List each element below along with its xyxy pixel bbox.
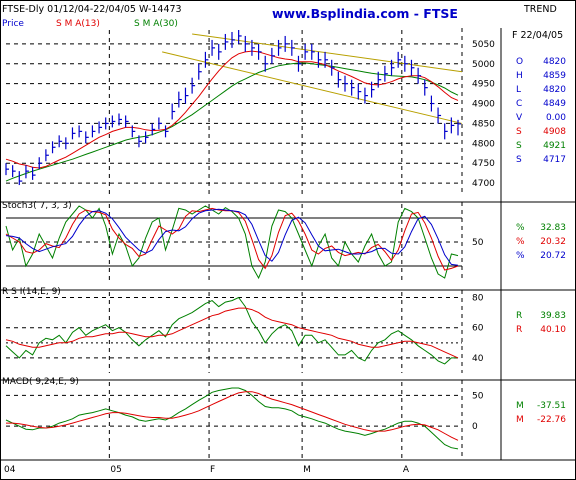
macd-key: M <box>516 401 524 411</box>
price-tick-label: 5050 <box>472 40 495 50</box>
price-tick-label: 4850 <box>472 119 495 129</box>
macd-value: -22.76 <box>537 415 566 425</box>
rsi-tick-label: 60 <box>472 324 484 334</box>
date-label: F 22/04/05 <box>512 30 563 41</box>
trend-label: TREND <box>523 4 557 15</box>
site-title: www.Bsplindia.com - FTSE <box>272 6 458 21</box>
ohlc-value: 4849 <box>543 99 566 109</box>
macd-label: MACD( 9,24,E, 9) <box>2 377 79 387</box>
rsi-value: 39.83 <box>540 311 566 321</box>
ohlc-key: L <box>516 85 521 95</box>
legend-sma30: S M A(30) <box>134 19 178 29</box>
rsi-value: 40.10 <box>540 325 566 335</box>
legend-price: Price <box>2 19 24 29</box>
price-tick-label: 4800 <box>472 139 495 149</box>
stoch-key: % <box>516 237 525 247</box>
ohlc-key: H <box>516 71 523 81</box>
ohlc-key: V <box>516 113 523 123</box>
ohlc-value: 4908 <box>543 127 566 137</box>
ohlc-value: 4820 <box>543 57 566 67</box>
header-info: FTSE-Dly 01/12/04-22/04/05 W-14473 <box>2 4 182 15</box>
time-axis-label: 05 <box>110 465 121 475</box>
rsi-tick-label: 80 <box>472 294 484 304</box>
rsi-label: R S I(14,E, 9) <box>2 287 61 297</box>
stoch-key: % <box>516 251 525 261</box>
stoch-value: 32.83 <box>540 223 566 233</box>
ohlc-value: 0.00 <box>546 113 566 123</box>
ohlc-value: 4717 <box>543 155 566 165</box>
stoch-value: 20.32 <box>540 237 566 247</box>
stoch-key: % <box>516 223 525 233</box>
legend-sma13: S M A(13) <box>56 19 100 29</box>
stoch-value: 20.72 <box>540 251 566 261</box>
ohlc-key: O <box>516 57 523 67</box>
price-tick-label: 4700 <box>472 179 495 189</box>
price-tick-label: 4950 <box>472 80 495 90</box>
rsi-key: R <box>516 325 522 335</box>
chart-canvas: FTSE-Dly 01/12/04-22/04/05 W-14473 www.B… <box>0 0 576 480</box>
outer-frame <box>0 0 576 480</box>
stoch-tick-label: 50 <box>472 238 484 248</box>
price-tick-label: 4900 <box>472 100 495 110</box>
rsi-tick-label: 40 <box>472 354 484 364</box>
time-axis-label: A <box>403 465 410 475</box>
time-axis-label: F <box>210 465 215 475</box>
rsi-key: R <box>516 311 522 321</box>
stoch-label: Stoch3( 7, 3, 3) <box>2 201 72 211</box>
macd-value: -37.51 <box>537 401 566 411</box>
time-axis-label: M <box>303 465 311 475</box>
stoch-values-panel: % 32.83% 20.32% 20.72 <box>516 223 566 261</box>
price-tick-label: 4750 <box>472 159 495 169</box>
ohlc-key: S <box>516 155 522 165</box>
ohlc-key: S <box>516 141 522 151</box>
macd-tick-label: 50 <box>472 391 484 401</box>
ohlc-value: 4859 <box>543 71 566 81</box>
time-axis-label: 04 <box>4 465 16 475</box>
chart-root: FTSE-Dly 01/12/04-22/04/05 W-14473 www.B… <box>0 0 576 480</box>
ohlc-key: C <box>516 99 522 109</box>
macd-key: M <box>516 415 524 425</box>
price-tick-label: 5000 <box>472 60 495 70</box>
ohlc-value: 4820 <box>543 85 566 95</box>
macd-tick-label: 0 <box>472 422 478 432</box>
ohlc-key: S <box>516 127 522 137</box>
ohlc-value: 4921 <box>543 141 566 151</box>
